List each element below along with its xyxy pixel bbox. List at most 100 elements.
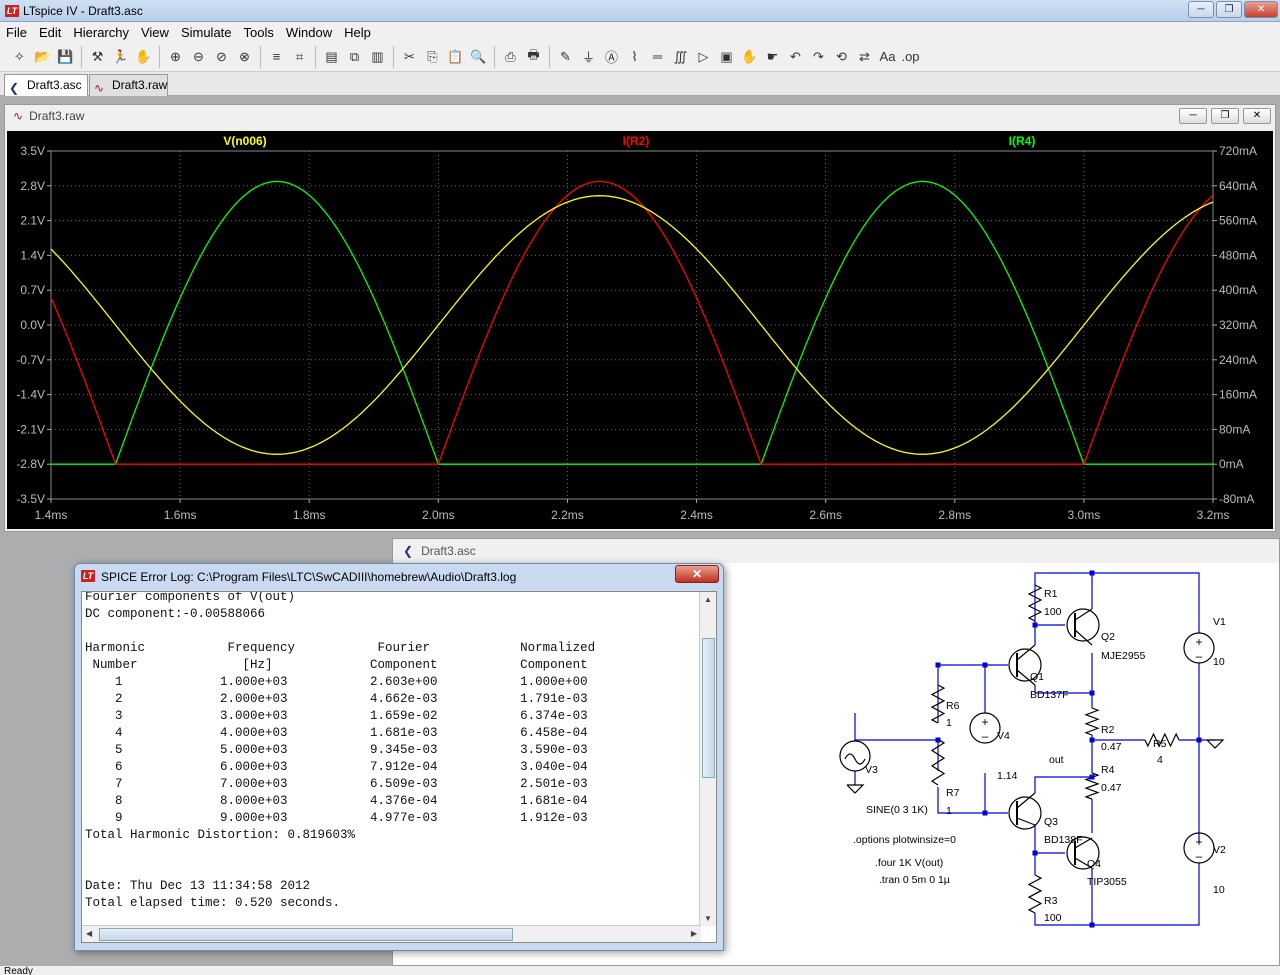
ground-icon[interactable]: ⏚ <box>579 47 599 67</box>
tile-horizontal-icon[interactable]: ▤ <box>322 47 342 67</box>
component-icon[interactable]: ▣ <box>717 47 737 67</box>
minimize-icon[interactable]: ─ <box>1179 108 1207 124</box>
move-icon[interactable]: ✋ <box>740 47 760 67</box>
label-q3-ref: Q3 <box>1044 816 1058 828</box>
menu-file[interactable]: File <box>0 25 33 40</box>
copy-icon[interactable]: ⎘ <box>423 47 443 67</box>
rotate-icon[interactable]: ⟲ <box>832 47 852 67</box>
close-icon[interactable]: ✕ <box>675 565 719 583</box>
control-panel-icon[interactable]: ⚒ <box>88 47 108 67</box>
save-icon[interactable]: 💾 <box>56 47 76 67</box>
restore-icon[interactable]: ❐ <box>1211 108 1239 124</box>
junction-dot <box>1089 737 1095 743</box>
horizontal-scrollbar[interactable]: ◀ ▶ <box>82 925 701 942</box>
zoom-in-icon[interactable]: ⊕ <box>166 47 186 67</box>
label-net-icon[interactable]: Ⓐ <box>602 47 622 67</box>
y-right-tick-label: 560mA <box>1219 214 1257 228</box>
label-v3-value: SINE(0 3 1K) <box>866 804 928 816</box>
y-right-tick-label: 320mA <box>1219 318 1257 332</box>
drag-icon[interactable]: ☛ <box>763 47 783 67</box>
transistor-q1-collector <box>1016 644 1036 661</box>
menu-tools[interactable]: Tools <box>238 25 280 40</box>
menu-view[interactable]: View <box>135 25 175 40</box>
y-left-tick-label: -1.4V <box>16 388 45 402</box>
toolbar-separator <box>315 45 316 68</box>
scroll-left-icon[interactable]: ◀ <box>86 929 92 938</box>
find-icon[interactable]: 🔍 <box>469 47 489 67</box>
cascade-icon[interactable]: ⧉ <box>345 47 365 67</box>
plot-window-header: ∿ Draft3.raw <box>5 105 1275 127</box>
menu-simulate[interactable]: Simulate <box>175 25 238 40</box>
menu-help[interactable]: Help <box>338 25 377 40</box>
redo-icon[interactable]: ↷ <box>809 47 829 67</box>
y-left-tick-label: 2.1V <box>20 214 45 228</box>
schematic-window-title: Draft3.asc <box>421 544 476 558</box>
mdi-area: ∿ Draft3.raw ─ ❐ ✕ 1.4ms 1.6ms 1.8ms 2.0ms 2… <box>0 96 1280 966</box>
spice-directive-icon[interactable]: .op <box>901 47 921 67</box>
zoom-out-icon[interactable]: ⊖ <box>189 47 209 67</box>
transistor-q3-emitter <box>1016 817 1036 826</box>
draw-wire-icon[interactable]: ✎ <box>556 47 576 67</box>
paste-icon[interactable]: 📋 <box>446 47 466 67</box>
menu-window[interactable]: Window <box>280 25 338 40</box>
label-r4-value: 0.47 <box>1101 782 1122 794</box>
text-icon[interactable]: Aa <box>878 47 898 67</box>
halt-icon[interactable]: ✋ <box>134 47 154 67</box>
undo-icon[interactable]: ↶ <box>786 47 806 67</box>
ltspice-logo-icon: LT <box>5 4 19 17</box>
wire <box>1034 776 1092 793</box>
legend-i-r4-: I(R4) <box>1009 134 1036 148</box>
log-text-area[interactable]: Fourier components of V(out) DC componen… <box>81 591 717 943</box>
ground-icon <box>846 784 865 794</box>
scroll-thumb[interactable] <box>702 638 715 778</box>
scroll-thumb[interactable] <box>99 928 513 941</box>
inductor-icon[interactable]: ∭ <box>671 47 691 67</box>
label-q3-value: BD138F <box>1044 834 1083 846</box>
menu-hierarchy[interactable]: Hierarchy <box>67 25 135 40</box>
diode-icon[interactable]: ▷ <box>694 47 714 67</box>
legend-v-n006-: V(n006) <box>223 134 266 148</box>
tile-vertical-icon[interactable]: ▥ <box>368 47 388 67</box>
vertical-scrollbar[interactable]: ▲ ▼ <box>699 592 716 926</box>
autorange-icon[interactable]: ≡ <box>267 47 287 67</box>
x-tick-label: 2.4ms <box>680 508 713 522</box>
spice-error-log-window: LT SPICE Error Log: C:\Program Files\LTC… <box>74 563 724 951</box>
tab-draft3-asc[interactable]: ❮ Draft3.asc <box>4 74 88 97</box>
label-q1-value: BD137F <box>1030 689 1069 701</box>
plot-window-title: Draft3.raw <box>29 109 85 123</box>
scroll-up-icon[interactable]: ▲ <box>704 595 712 604</box>
scroll-right-icon[interactable]: ▶ <box>691 929 697 938</box>
capacitor-icon[interactable]: ═ <box>648 47 668 67</box>
scroll-down-icon[interactable]: ▼ <box>704 914 712 923</box>
mirror-icon[interactable]: ⇄ <box>855 47 875 67</box>
minimize-icon[interactable]: ─ <box>1188 1 1214 18</box>
restore-icon[interactable]: ❐ <box>1216 1 1242 18</box>
print-icon[interactable]: 🖶 <box>524 47 544 67</box>
schematic-window-header: ❮ Draft3.asc <box>393 539 1279 563</box>
zoom-cancel-icon[interactable]: ⊗ <box>235 47 255 67</box>
run-icon[interactable]: 🏃 <box>111 47 131 67</box>
new-schematic-icon[interactable]: ✧ <box>10 47 30 67</box>
close-icon[interactable]: ✕ <box>1243 108 1271 124</box>
waveform-icon: ∿ <box>94 81 105 95</box>
menu-edit[interactable]: Edit <box>33 25 67 40</box>
y-right-tick-label: 80mA <box>1219 422 1250 436</box>
close-icon[interactable]: ✕ <box>1244 1 1278 18</box>
spice-directive: .four 1K V(out) <box>875 857 943 869</box>
plot-window: ∿ Draft3.raw ─ ❐ ✕ 1.4ms 1.6ms 1.8ms 2.0ms 2… <box>4 104 1276 532</box>
waveform-plot[interactable]: 1.4ms 1.6ms 1.8ms 2.0ms 2.2ms 2.4ms 2.6ms 2.8ms… <box>7 131 1273 529</box>
y-left-tick-label: -2.8V <box>16 457 45 471</box>
junction-dot <box>982 662 988 668</box>
voltage-source-v1-minus: – <box>1196 649 1203 663</box>
cut-icon[interactable]: ✂ <box>400 47 420 67</box>
resistor-icon[interactable]: ⌇ <box>625 47 645 67</box>
spice-directive: .options plotwinsize=0 <box>853 834 956 846</box>
print-setup-icon[interactable]: ⎙ <box>501 47 521 67</box>
y-left-tick-label: 3.5V <box>20 144 45 158</box>
tab-label: Draft3.raw <box>112 78 168 92</box>
grid-icon[interactable]: ⌗ <box>290 47 310 67</box>
open-icon[interactable]: 📂 <box>33 47 53 67</box>
y-right-tick-label: -80mA <box>1219 492 1254 506</box>
zoom-fit-icon[interactable]: ⊘ <box>212 47 232 67</box>
tab-draft3-raw[interactable]: ∿ Draft3.raw <box>89 74 168 96</box>
